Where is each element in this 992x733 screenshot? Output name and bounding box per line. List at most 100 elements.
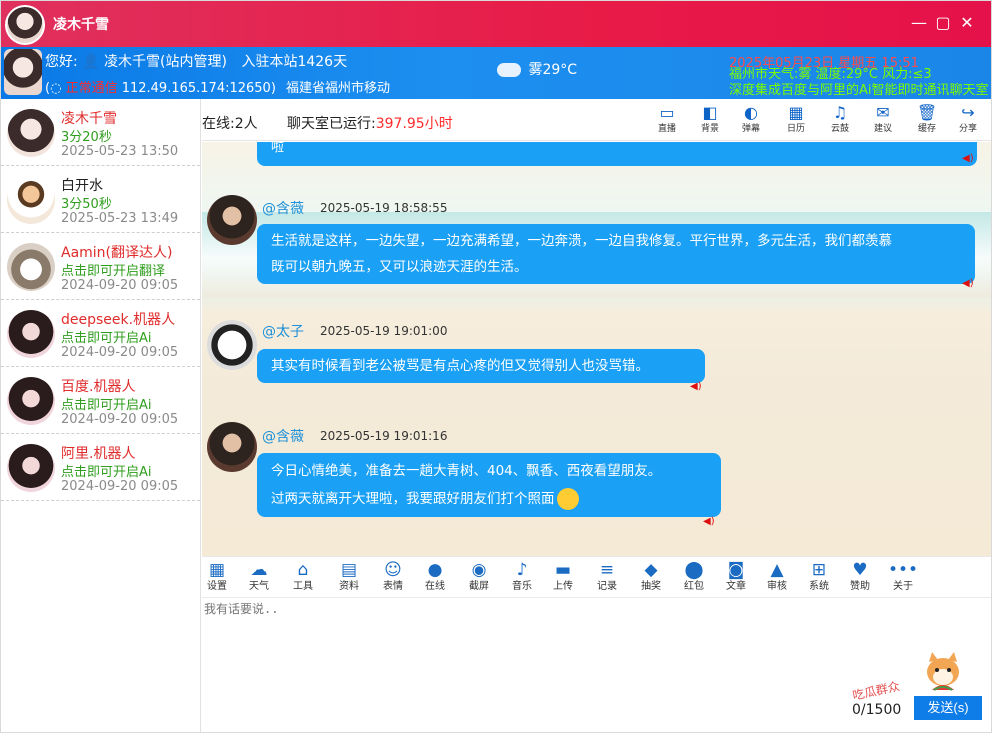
message-input[interactable] xyxy=(204,600,804,700)
drum-button[interactable]: ♫ 云鼓 xyxy=(825,103,855,139)
tool-settings[interactable]: ▦ 设置 xyxy=(202,559,232,597)
user-name: 白开水 xyxy=(61,178,103,194)
danmaku-toggle[interactable]: ◐ 弹幕 xyxy=(736,103,766,139)
tool-music[interactable]: ♪ 音乐 xyxy=(507,559,537,597)
avatar xyxy=(7,310,55,358)
live-button[interactable]: ▭ 直播 xyxy=(652,103,682,139)
user-time: 2024-09-20 09:05 xyxy=(61,412,179,427)
tool-label: 资料 xyxy=(339,581,359,592)
avatar[interactable] xyxy=(207,195,257,245)
message-bubble[interactable]: 今日心情绝美，准备去一趟大青树、404、飘香、西夜看望朋友。 过两天就离开大理啦… xyxy=(257,453,721,517)
user-list-item[interactable]: 百度.机器人 点击即可开启Ai 2024-09-20 09:05 xyxy=(1,367,200,434)
connection-line: (◌ 正常通信 112.49.165.174:12650) 福建省福州市移动 xyxy=(45,77,390,96)
tool-emoji[interactable]: ☺ 表情 xyxy=(378,559,408,597)
tool-label: 天气 xyxy=(249,581,269,592)
user-time: 2024-09-20 09:05 xyxy=(61,345,179,360)
tool-lottery[interactable]: ◆ 抽奖 xyxy=(636,559,666,597)
cache-label: 缓存 xyxy=(917,124,936,134)
trash-icon: 🗑 xyxy=(916,103,938,122)
live-label: 直播 xyxy=(657,124,676,134)
tool-review[interactable]: ▲ 审核 xyxy=(762,559,792,597)
message-bubble[interactable]: 其实有时候看到老公被骂是有点心疼的但又觉得别人也没骂错。 xyxy=(257,349,705,383)
tool-label: 红包 xyxy=(684,581,704,592)
avatar xyxy=(7,243,55,291)
avatar xyxy=(7,109,55,157)
heart-icon: ♥ xyxy=(852,560,868,580)
uptime-label: 聊天室已运行: xyxy=(287,116,376,132)
user-time: 2024-09-20 09:05 xyxy=(61,479,179,494)
tool-weather[interactable]: ☁ 天气 xyxy=(244,559,274,597)
tool-screenshot[interactable]: ◉ 截屏 xyxy=(464,559,494,597)
tool-online[interactable]: ● 在线 xyxy=(420,559,450,597)
send-button[interactable]: 发送(s) xyxy=(914,696,982,720)
tool-articles[interactable]: ◙ 文章 xyxy=(721,559,751,597)
avatar[interactable] xyxy=(207,422,257,472)
minimize-button[interactable]: — xyxy=(909,13,929,33)
tool-label: 关于 xyxy=(893,581,913,592)
avatar xyxy=(7,444,55,492)
sender-name[interactable]: @含薇 xyxy=(262,198,304,218)
user-avatar[interactable] xyxy=(4,49,42,95)
tool-system[interactable]: ⊞ 系统 xyxy=(804,559,834,597)
calendar-label: 日历 xyxy=(786,124,805,134)
message-text: 今日心情绝美，准备去一趟大青树、404、飘香、西夜看望朋友。 xyxy=(271,463,662,479)
user-status: 点击即可开启Ai xyxy=(61,465,152,480)
tool-label: 设置 xyxy=(207,581,227,592)
tool-upload[interactable]: ▬ 上传 xyxy=(548,559,578,597)
user-list-item[interactable]: Aamin(翻译达人) 点击即可开启翻译 2024-09-20 09:05 xyxy=(1,233,200,300)
suggest-button[interactable]: ✉ 建议 xyxy=(868,103,898,139)
close-button[interactable]: ✕ xyxy=(957,13,977,33)
cache-button[interactable]: 🗑 缓存 xyxy=(912,103,942,139)
maximize-button[interactable]: ▢ xyxy=(933,13,953,33)
tool-label: 赞助 xyxy=(850,581,870,592)
user-list-item[interactable]: 白开水 3分50秒 2025-05-23 13:49 xyxy=(1,166,200,233)
user-name: Aamin(翻译达人) xyxy=(61,245,173,261)
user-time: 2025-05-23 13:50 xyxy=(61,144,179,159)
user-status: 3分20秒 xyxy=(61,130,112,145)
tool-tools[interactable]: ⌂ 工具 xyxy=(288,559,318,597)
chat-status-bar: 在线:2人 聊天室已运行:397.95小时 ▭ 直播 ◧ 背景 ◐ 弹幕 ▦ 日历 ♫ 云… xyxy=(202,99,991,141)
message-bubble[interactable]: 生活就是这样，一边失望，一边充满希望，一边奔溃，一边自我修复。平行世界，多元生活… xyxy=(257,224,975,284)
sender-name[interactable]: @太子 xyxy=(262,321,304,341)
user-list-item[interactable]: 凌木千雪 3分20秒 2025-05-23 13:50 xyxy=(1,99,200,166)
laugh-emoji-icon xyxy=(556,488,579,510)
chat-message-area[interactable]: 啦 ◀) @含薇 2025-05-19 18:58:55 生活就是这样，一边失望… xyxy=(202,142,991,556)
message-time: 2025-05-19 19:01:00 xyxy=(320,324,448,338)
sender-name[interactable]: @含薇 xyxy=(262,426,304,446)
avatar[interactable] xyxy=(207,320,257,370)
music-icon: ♪ xyxy=(516,560,528,580)
speaker-icon[interactable]: ◀) xyxy=(962,154,974,164)
background-button[interactable]: ◧ 背景 xyxy=(695,103,725,139)
tool-label: 记录 xyxy=(597,581,617,592)
share-button[interactable]: ↪ 分享 xyxy=(953,103,983,139)
tool-label: 上传 xyxy=(553,581,573,592)
suggest-label: 建议 xyxy=(873,124,892,134)
title-avatar[interactable] xyxy=(5,5,45,45)
calendar-icon: ▦ xyxy=(788,103,804,122)
tool-label: 抽奖 xyxy=(641,581,661,592)
tool-label: 表情 xyxy=(383,581,403,592)
user-list-item[interactable]: 阿里.机器人 点击即可开启Ai 2024-09-20 09:05 xyxy=(1,434,200,501)
user-list-item[interactable]: deepseek.机器人 点击即可开启Ai 2024-09-20 09:05 xyxy=(1,300,200,367)
uptime-value: 397.95小时 xyxy=(375,116,453,132)
calendar-button[interactable]: ▦ 日历 xyxy=(781,103,811,139)
speaker-icon[interactable]: ◀) xyxy=(690,382,702,392)
message-bubble[interactable]: 啦 xyxy=(257,142,977,166)
weather-widget[interactable]: 雾29°C xyxy=(497,59,577,79)
tool-label: 音乐 xyxy=(512,581,532,592)
tool-about[interactable]: ••• 关于 xyxy=(888,559,918,597)
user-icon: ● xyxy=(427,560,443,580)
id-card-icon: ▤ xyxy=(340,560,358,580)
user-name: 凌木千雪 xyxy=(61,111,117,127)
speaker-icon[interactable]: ◀) xyxy=(703,517,715,527)
uptime: 聊天室已运行:397.95小时 xyxy=(287,113,453,133)
app-window: 凌木千雪 — ▢ ✕ 您好: 👤 凌木千雪(站内管理) 入驻本站1426天 (◌… xyxy=(0,0,992,733)
speaker-icon[interactable]: ◀) xyxy=(962,279,974,289)
tool-profile[interactable]: ▤ 资料 xyxy=(334,559,364,597)
message-input-area: 吃瓜群众 0/1500 发送(s) xyxy=(202,598,991,732)
tool-red-packet[interactable]: ⬤ 红包 xyxy=(679,559,709,597)
online-value: 2人 xyxy=(234,116,258,132)
tool-history[interactable]: ≡ 记录 xyxy=(592,559,622,597)
announcement-marquee: 深度集成百度与阿里的Ai智能即时通讯聊天室 xyxy=(729,83,989,98)
tool-sponsor[interactable]: ♥ 赞助 xyxy=(845,559,875,597)
